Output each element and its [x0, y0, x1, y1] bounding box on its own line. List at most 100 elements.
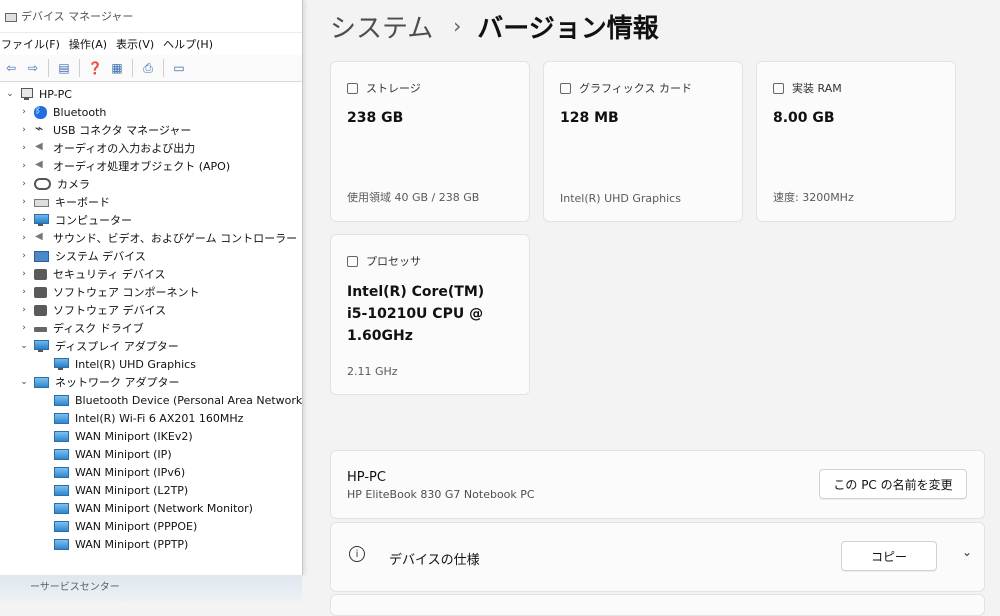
chevron-right-icon[interactable]: › [18, 107, 30, 117]
graphics-label: グラフィックス カード [579, 82, 692, 95]
info-icon: i [349, 546, 365, 562]
network-icon [54, 484, 69, 496]
chevron-down-icon[interactable]: ⌄ [962, 545, 972, 559]
device-manager-icon [4, 10, 17, 22]
tree-item-label: WAN Miniport (IKEv2) [75, 429, 193, 443]
tree-item[interactable]: › システム デバイス [0, 247, 302, 265]
tree-item-label: WAN Miniport (L2TP) [75, 483, 189, 497]
tree-item[interactable]: › ソフトウェア デバイス [0, 301, 302, 319]
processor-detail: 2.11 GHz [347, 365, 398, 378]
tree-item[interactable]: › USB コネクタ マネージャー [0, 121, 302, 139]
tree-item-label: ソフトウェア デバイス [53, 304, 167, 317]
storage-icon [347, 82, 358, 94]
chevron-down-icon[interactable]: ⌄ [18, 377, 30, 387]
tree-item-label: Bluetooth [53, 105, 107, 119]
tree-item[interactable]: › カメラ [0, 175, 302, 193]
tree-item-label: サウンド、ビデオ、およびゲーム コントローラー [53, 232, 298, 245]
network-icon [34, 376, 49, 388]
tree-item[interactable]: WAN Miniport (PPTP) [0, 535, 302, 553]
tree-item-label: ディスク ドライブ [53, 322, 144, 335]
toolbar-separator [48, 59, 49, 77]
chevron-down-icon[interactable]: ⌄ [4, 89, 16, 99]
tree-item[interactable]: WAN Miniport (IPv6) [0, 463, 302, 481]
tree-item-label: USB コネクタ マネージャー [53, 124, 192, 137]
chevron-right-icon[interactable]: › [18, 179, 30, 189]
page-title: バージョン情報 [477, 13, 659, 44]
tree-item[interactable]: WAN Miniport (PPPOE) [0, 517, 302, 535]
tree-item-label: オーディオの入力および出力 [53, 142, 196, 155]
help-icon[interactable]: ❓ [87, 60, 103, 76]
tree-item-label: オーディオ処理オブジェクト (APO) [53, 160, 231, 173]
toolbar-separator [163, 59, 164, 77]
tree-item[interactable]: WAN Miniport (L2TP) [0, 481, 302, 499]
chevron-right-icon: › [453, 14, 462, 38]
forward-arrow-icon[interactable]: ⇨ [25, 60, 41, 76]
tree-item[interactable]: › キーボード [0, 193, 302, 211]
tree-item[interactable]: › Bluetooth [0, 103, 302, 121]
tree-item[interactable]: Intel(R) Wi-Fi 6 AX201 160MHz [0, 409, 302, 427]
processor-card[interactable]: プロセッサ Intel(R) Core(TM) i5-10210U CPU @ … [330, 234, 530, 395]
breadcrumb-system[interactable]: システム [330, 8, 433, 45]
menu-view[interactable]: 表示(V) [115, 36, 162, 52]
rename-pc-button[interactable]: この PC の名前を変更 [819, 469, 967, 499]
tree-item[interactable]: › オーディオの入力および出力 [0, 139, 302, 157]
chevron-right-icon[interactable]: › [18, 233, 30, 243]
chevron-right-icon[interactable]: › [18, 215, 30, 225]
ram-card[interactable]: 実装 RAM 8.00 GB 速度: 3200MHz [756, 61, 956, 222]
device-specs-card[interactable]: i デバイスの仕様 コピー ⌄ [330, 522, 985, 592]
tree-item[interactable]: › オーディオ処理オブジェクト (APO) [0, 157, 302, 175]
network-icon [54, 394, 69, 406]
chevron-right-icon[interactable]: › [18, 251, 30, 261]
usb-icon [34, 121, 47, 137]
graphics-card[interactable]: グラフィックス カード 128 MB Intel(R) UHD Graphics [543, 61, 743, 222]
storage-card[interactable]: ストレージ 238 GB 使用領域 40 GB / 238 GB [330, 61, 530, 222]
tree-item-label: WAN Miniport (IPv6) [75, 465, 186, 479]
scan-hardware-icon[interactable]: ▭ [171, 60, 187, 76]
tree-item[interactable]: WAN Miniport (Network Monitor) [0, 499, 302, 517]
tree-item[interactable]: ⌄ HP-PC [0, 85, 302, 103]
tree-item[interactable]: › ディスク ドライブ [0, 319, 302, 337]
chevron-right-icon[interactable]: › [18, 197, 30, 207]
pc-name: HP-PC [347, 470, 386, 485]
tree-item[interactable]: WAN Miniport (IP) [0, 445, 302, 463]
tree-item[interactable]: ⌄ ディスプレイ アダプター [0, 337, 302, 355]
tree-item[interactable]: › セキュリティ デバイス [0, 265, 302, 283]
properties-icon[interactable]: ▤ [56, 60, 72, 76]
menu-help[interactable]: ヘルプ(H) [162, 36, 221, 52]
menu-file[interactable]: ファイル(F) [0, 36, 68, 52]
network-icon [54, 520, 69, 532]
monitor-icon [34, 213, 49, 226]
desktop-background: ーサービスセンター [0, 575, 302, 602]
tree-item[interactable]: Intel(R) UHD Graphics [0, 355, 302, 373]
tree-item[interactable]: › サウンド、ビデオ、およびゲーム コントローラー [0, 229, 302, 247]
monitor-icon [54, 357, 69, 370]
back-arrow-icon[interactable]: ⇦ [3, 60, 19, 76]
chevron-down-icon[interactable]: ⌄ [18, 341, 30, 351]
camera-icon [34, 178, 51, 190]
window-title: デバイス マネージャー [21, 10, 134, 23]
chevron-right-icon[interactable]: › [18, 161, 30, 171]
chevron-right-icon[interactable]: › [18, 143, 30, 153]
details-icon[interactable]: ▦ [109, 60, 125, 76]
storage-value: 238 GB [347, 110, 404, 126]
chevron-right-icon[interactable]: › [18, 287, 30, 297]
menu-action[interactable]: 操作(A) [68, 36, 115, 52]
speaker-icon [34, 159, 47, 173]
tree-item[interactable]: WAN Miniport (IKEv2) [0, 427, 302, 445]
network-icon [54, 430, 69, 442]
chevron-right-icon[interactable]: › [18, 305, 30, 315]
window-titlebar[interactable]: デバイス マネージャー [0, 0, 302, 33]
tree-item[interactable]: › コンピューター [0, 211, 302, 229]
speaker-icon [34, 231, 47, 245]
tree-item-label: ディスプレイ アダプター [55, 340, 179, 353]
copy-button[interactable]: コピー [841, 541, 937, 571]
tree-item[interactable]: ⌄ ネットワーク アダプター [0, 373, 302, 391]
tree-item-label: ソフトウェア コンポーネント [53, 286, 200, 299]
chevron-right-icon[interactable]: › [18, 125, 30, 135]
tree-item[interactable]: › ソフトウェア コンポーネント [0, 283, 302, 301]
chevron-right-icon[interactable]: › [18, 269, 30, 279]
update-driver-icon[interactable]: ⎙ [140, 60, 156, 76]
gear-icon [34, 304, 47, 316]
chevron-right-icon[interactable]: › [18, 323, 30, 333]
tree-item[interactable]: Bluetooth Device (Personal Area Network) [0, 391, 302, 409]
